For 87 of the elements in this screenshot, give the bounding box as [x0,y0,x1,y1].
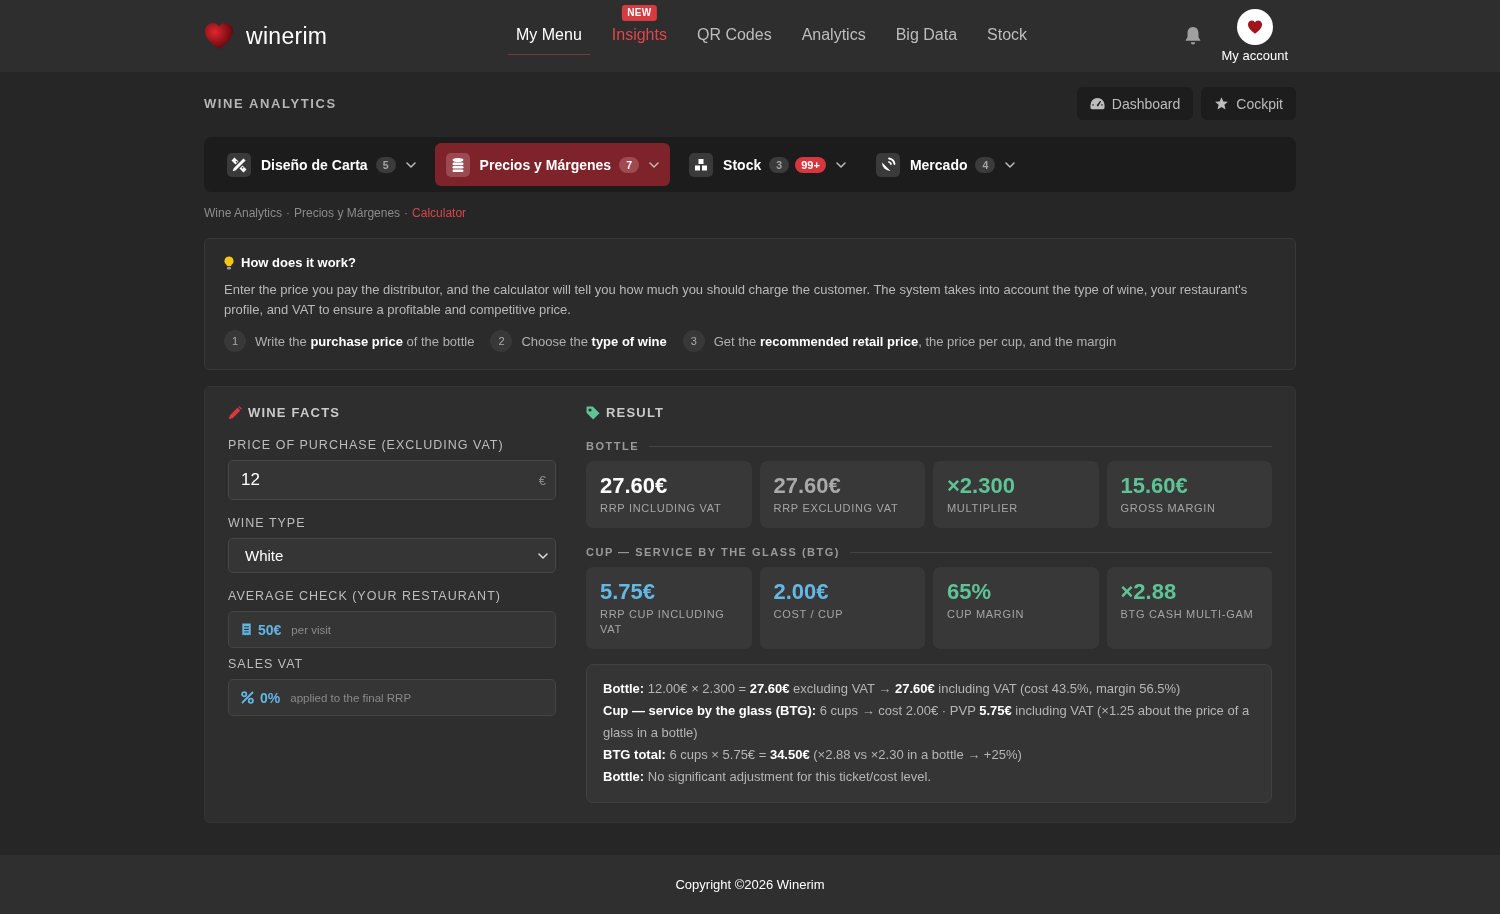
stat-value: 27.60€ [773,473,841,498]
currency-suffix: € [538,472,546,488]
stat-label: CUP MARGIN [947,607,1025,622]
stat-label: BTG CASH MULTI-GAM [1120,607,1254,622]
chevron-down-icon [835,161,846,168]
breadcrumb-item[interactable]: Calculator [412,206,467,220]
step-text: Get the recommended retail price, the price per cup, and the margin [713,333,1117,349]
chevron-down-icon [1005,161,1016,168]
summary-line: Cup — service by the glass (BTG): 6 cups → cost 2.00€ · PVP 5.75€ including VAT (×1.25 about the price of a glass in a bottle) [603,702,1251,742]
field-label: PRICE OF PURCHASE (EXCLUDING VAT) [228,438,505,453]
stat-label: RRP INCLUDING VAT [600,501,722,516]
lightbulb-icon [224,256,234,270]
nav-link[interactable]: My Menu [508,17,590,55]
pencil-icon [228,406,242,420]
summary-line: BTG total: 6 cups × 5.75€ = 34.50€ (×2.88 vs ×2.30 in a bottle → +25%) [603,746,1023,764]
count-badge: 4 [975,156,996,173]
heart-icon [204,22,234,50]
action-button[interactable]: Cockpit [1201,87,1296,120]
field-label: AVERAGE CHECK (YOUR RESTAURANT) [228,589,502,604]
stat-value: 27.60€ [600,473,668,498]
breadcrumb-separator: · [286,206,291,220]
subsection-title: CUP — SERVICE BY THE GLASS (BTG) [586,545,840,559]
pencil-ruler-icon [227,152,251,177]
gauge-icon [1089,97,1105,110]
nav-link[interactable]: Analytics [793,17,874,55]
count-badge: 3 [769,156,790,173]
subsection-title: BOTTLE [586,439,639,453]
stat-value: 2.00€ [773,579,829,604]
page-title: WINE ANALYTICS [204,96,337,111]
stat-value: ×2.88 [1120,579,1177,604]
help-title: How does it work? [241,255,356,271]
stat-value: ×2.300 [947,473,1015,498]
module-tab[interactable]: Stock 3 99+ [678,143,857,186]
new-badge: NEW [622,5,657,21]
stat-label: MULTIPLIER [947,501,1018,516]
star-icon [1214,97,1230,110]
chevron-down-icon [538,552,548,559]
step-text: Write the purchase price of the bottle [255,333,475,349]
readout-note: applied to the final RRP [290,691,412,704]
percent-icon [241,691,254,704]
chevron-down-icon [649,161,660,168]
step-number: 2 [490,330,513,352]
step-number: 1 [224,330,246,352]
stat-value: 65% [947,579,992,604]
receipt-icon [241,623,252,636]
boxes-icon [689,152,714,177]
section-title: WINE FACTS [248,404,341,422]
nav-link[interactable]: QR Codes [688,17,780,55]
satellite-dish-icon [875,152,900,177]
breadcrumb-separator: · [404,206,409,220]
stat-label: RRP CUP INCLUDING VAT [600,607,726,637]
step-text: Choose the type of wine [521,333,667,349]
count-badge: 7 [619,156,640,173]
bell-icon[interactable] [1183,26,1202,46]
nav-link[interactable]: Stock [979,17,1036,55]
breadcrumb-item[interactable]: Wine Analytics [204,206,283,220]
stat-value: 5.75€ [600,579,656,604]
summary-line: Bottle: 12.00€ × 2.300 = 27.60€ excluding VAT → 27.60€ including VAT (cost 43.5%, margin 56.5%) [603,680,1182,698]
avatar-icon [1236,8,1273,45]
stat-label: RRP EXCLUDING VAT [773,501,899,516]
count-badge: 5 [375,156,396,173]
readout-value: 0% [260,689,281,706]
field-label: SALES VAT [228,657,305,672]
step-number: 3 [682,330,705,352]
module-tab[interactable]: Diseño de Carta 5 [216,143,427,186]
copyright-text: Copyright ©2026 Winerim [675,877,825,892]
nav-link[interactable]: Big Data [887,17,966,55]
alert-badge: 99+ [795,156,826,173]
chevron-down-icon [405,161,416,168]
section-title: RESULT [606,404,665,422]
tag-icon [586,406,600,420]
help-text: Enter the price you pay the distributor, and the calculator will tell you how much you should charge the customer. The system takes into account the type of wine, your restaurant's profile, and VAT to ensure a profitable and competitive price. [224,281,1249,319]
stat-value: 15.60€ [1120,473,1188,498]
stat-label: COST / CUP [773,607,844,622]
module-tab[interactable]: Precios y Márgenes 7 [434,143,671,186]
field-label: WINE TYPE [228,516,307,531]
brand-name: winerim [246,22,328,50]
action-button[interactable]: Dashboard [1076,87,1194,120]
account-button[interactable]: My account [1221,8,1288,64]
wine-type-select[interactable]: White [228,538,556,573]
module-tab[interactable]: Mercado 4 [864,143,1027,186]
stat-label: GROSS MARGIN [1120,501,1216,516]
coin-stack-icon [445,152,470,177]
readout-value: 50€ [258,621,282,638]
readout-note: per visit [291,623,331,636]
breadcrumb-item[interactable]: Precios y Márgenes [294,206,401,220]
summary-line: Bottle: No significant adjustment for this ticket/cost level. [603,768,933,786]
